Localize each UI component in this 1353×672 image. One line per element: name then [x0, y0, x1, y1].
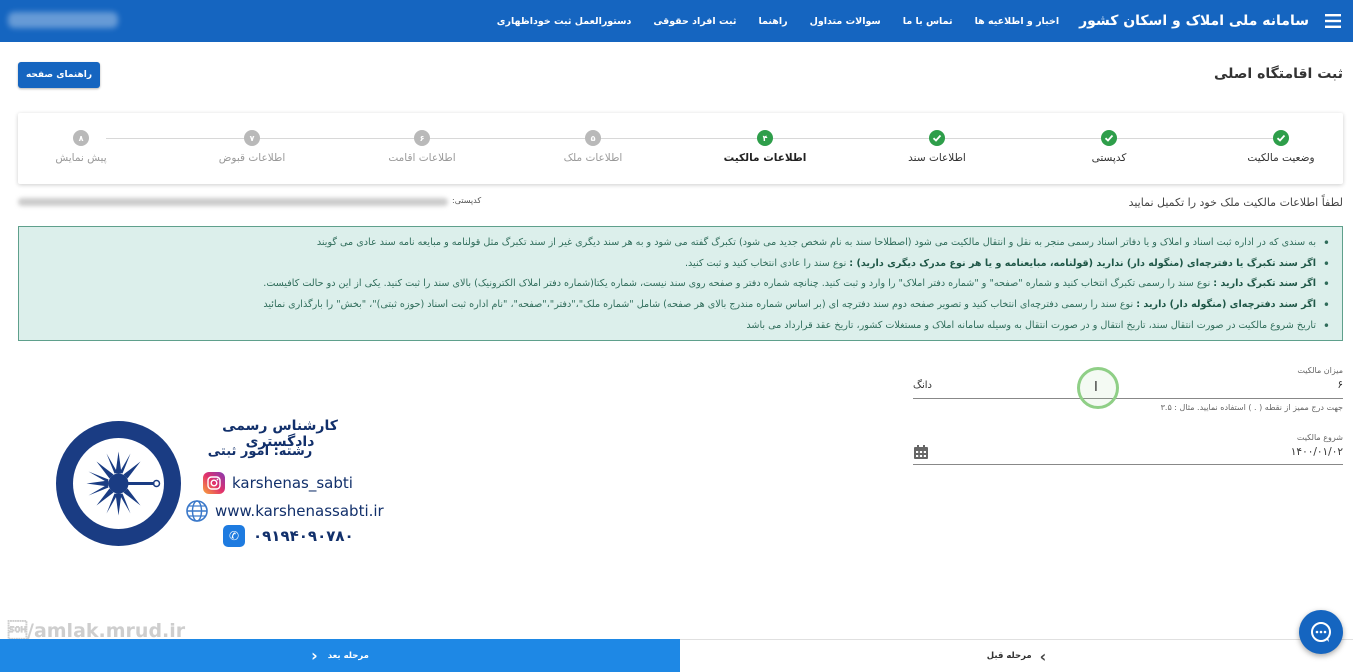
phone-icon: ✆: [223, 525, 245, 547]
info-item: تاریخ شروع مالکیت در صورت انتقال سند، تا…: [31, 316, 1330, 337]
nav-legal-entities[interactable]: ثبت افراد حقوقی: [653, 16, 736, 27]
globe-icon: [185, 499, 209, 523]
watermark-phone: ✆ ۰۹۱۹۴۰۹۰۷۸۰: [223, 525, 354, 547]
step-ownership-status[interactable]: وضعیت مالکیت: [1201, 130, 1353, 164]
nav-news[interactable]: اخبار و اطلاعیه ها: [975, 16, 1060, 27]
step-postal-code[interactable]: کدپستی: [1029, 130, 1189, 164]
nav-contact[interactable]: تماس با ما: [903, 16, 953, 27]
step-label: اطلاعات ملک: [563, 152, 623, 164]
step-residence-info[interactable]: ۶ اطلاعات اقامت: [342, 130, 502, 164]
step-number: ۸: [73, 130, 89, 146]
step-label: پیش نمایش: [55, 152, 107, 164]
ownership-amount-hint: جهت درج ممیز از نقطه ( . ) استفاده نمایی…: [1160, 403, 1343, 412]
nav-faq[interactable]: سوالات متداول: [810, 16, 881, 27]
user-name-blurred[interactable]: [8, 12, 118, 28]
postal-address-blurred: [18, 198, 448, 206]
step-ownership-info[interactable]: ۴ اطلاعات مالکیت: [685, 130, 845, 164]
step-preview[interactable]: ۸ پیش نمایش: [1, 130, 161, 164]
page-help-button[interactable]: راهنمای صفحه: [18, 62, 100, 88]
previous-step-button[interactable]: مرحله قبل ›: [680, 639, 1353, 672]
start-date-underline: [913, 464, 1343, 465]
step-label: وضعیت مالکیت: [1247, 152, 1315, 164]
page-title: ثبت اقامتگاه اصلی: [1213, 66, 1343, 82]
postal-code-label: کدپستی:: [452, 196, 482, 205]
chevron-left-icon: ‹: [311, 646, 318, 665]
instruction-text: لطفاً اطلاعات مالکیت ملک خود را تکمیل نم…: [1128, 196, 1343, 209]
info-box: به سندی که در اداره ثبت اسناد و املاک و …: [18, 226, 1343, 341]
start-date-input[interactable]: ۱۴۰۰/۰۱/۰۲: [1291, 446, 1343, 458]
info-item: اگر سند دفترچه‌ای (منگوله دار) دارید : ن…: [31, 295, 1330, 316]
step-label: اطلاعات اقامت: [388, 152, 456, 164]
instagram-icon: [203, 472, 225, 494]
step-label: اطلاعات سند: [908, 152, 966, 164]
nav-guide[interactable]: راهنما: [758, 16, 787, 27]
check-icon: [929, 130, 945, 146]
watermark-website: www.karshenassabti.ir: [185, 499, 384, 523]
step-number: ۵: [585, 130, 601, 146]
step-label: اطلاعات قبوض: [218, 152, 286, 164]
check-icon: [1101, 130, 1117, 146]
step-label: کدپستی: [1091, 152, 1127, 164]
step-number: ۶: [414, 130, 430, 146]
chat-support-button[interactable]: [1299, 610, 1343, 654]
text-cursor-icon: I: [1094, 380, 1098, 395]
step-number: ۷: [244, 130, 260, 146]
stepper: وضعیت مالکیت کدپستی اطلاعات سند ۴ اطلاعا…: [18, 113, 1343, 184]
ownership-amount-input[interactable]: ۶: [1337, 379, 1343, 391]
previous-step-label: مرحله قبل: [986, 651, 1032, 661]
click-ripple: [1077, 367, 1119, 409]
watermark-subtitle: رشته: امور ثبتی: [207, 444, 313, 459]
chat-icon: [1311, 622, 1331, 642]
hamburger-icon[interactable]: [1313, 0, 1353, 42]
ownership-amount-unit: دانگ: [913, 380, 932, 391]
step-property-info[interactable]: ۵ اطلاعات ملک: [513, 130, 673, 164]
info-item: اگر سند تکبرگ یا دفترچه‌ای (منگوله دار) …: [31, 254, 1330, 275]
nav-self-declaration[interactable]: دستورالعمل ثبت خوداظهاری: [497, 16, 632, 27]
top-navbar: سامانه ملی املاک و اسکان کشور اخبار و اط…: [0, 0, 1353, 42]
next-step-button[interactable]: مرحله بعد ‹: [0, 639, 680, 672]
chevron-right-icon: ›: [1039, 646, 1047, 666]
main-nav: اخبار و اطلاعیه ها تماس با ما سوالات متد…: [475, 16, 1059, 27]
step-label: اطلاعات مالکیت: [723, 152, 807, 164]
app-title[interactable]: سامانه ملی املاک و اسکان کشور: [1079, 13, 1309, 29]
step-deed-info[interactable]: اطلاعات سند: [857, 130, 1017, 164]
calendar-icon[interactable]: [913, 444, 929, 460]
organization-logo: [56, 421, 181, 546]
ownership-amount-label: میزان مالکیت: [1297, 366, 1343, 375]
ownership-amount-underline: [913, 398, 1343, 399]
info-item: به سندی که در اداره ثبت اسناد و املاک و …: [31, 233, 1330, 254]
start-date-label: شروع مالکیت: [1296, 433, 1343, 442]
check-icon: [1273, 130, 1289, 146]
info-item: اگر سند تکبرگ دارید : نوع سند را رسمی تک…: [31, 274, 1330, 295]
watermark-instagram: karshenas_sabti: [203, 472, 353, 494]
next-step-label: مرحله بعد: [327, 650, 369, 661]
step-bills-info[interactable]: ۷ اطلاعات قبوض: [172, 130, 332, 164]
step-number: ۴: [757, 130, 773, 146]
